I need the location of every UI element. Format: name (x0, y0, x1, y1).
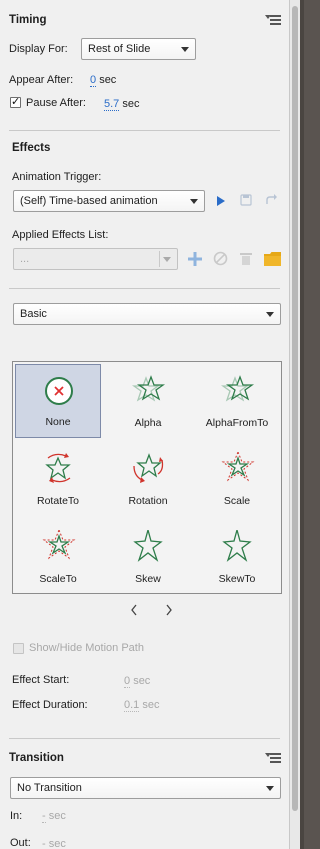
pause-after-field[interactable]: 5.7 sec (104, 98, 140, 111)
pause-after-unit: sec (122, 98, 140, 110)
effect-start-unit: sec (133, 675, 151, 687)
animation-trigger-label: Animation Trigger: (12, 171, 102, 183)
effect-label: Alpha (134, 417, 162, 429)
redo-icon[interactable] (265, 193, 278, 206)
pause-after-label: Pause After: (26, 97, 86, 109)
transition-out-field[interactable]: - sec (42, 838, 66, 849)
transition-in-field[interactable]: - sec (42, 810, 66, 823)
star-rotate-icon (133, 453, 164, 483)
effect-tile-skewto[interactable]: SkewTo (194, 520, 280, 594)
none-icon (45, 377, 73, 405)
effect-tile-alphafromto[interactable]: AlphaFromTo (194, 364, 280, 438)
effect-duration-unit: sec (142, 699, 160, 711)
show-motion-path-label: Show/Hide Motion Path (29, 642, 144, 654)
properties-panel: Timing Display For: Rest of Slide Appear… (0, 0, 290, 849)
save-icon[interactable] (240, 194, 252, 206)
effect-tile-alpha[interactable]: Alpha (105, 364, 191, 438)
star-alpha-icon (132, 375, 166, 402)
pause-after-value[interactable]: 5.7 (104, 98, 120, 111)
effect-label: RotateTo (36, 495, 80, 507)
chevron-right-icon[interactable] (165, 604, 173, 616)
display-for-value: Rest of Slide (88, 43, 151, 55)
effects-section-title: Effects (12, 142, 51, 154)
effect-label: Rotation (128, 495, 168, 507)
star-skew-icon (133, 530, 163, 562)
trash-icon[interactable] (240, 252, 252, 265)
effect-duration-label: Effect Duration: (12, 699, 88, 711)
star-rotate-icon (45, 453, 71, 483)
show-motion-path-checkbox[interactable] (13, 643, 24, 654)
divider (9, 738, 280, 739)
effect-start-label: Effect Start: (12, 674, 70, 686)
effect-category-value: Basic (20, 308, 47, 320)
effect-label: AlphaFromTo (205, 417, 269, 429)
disable-icon[interactable] (213, 251, 228, 266)
chevron-down-icon (266, 786, 274, 791)
effect-category-select[interactable]: Basic (13, 303, 281, 325)
effect-duration-value[interactable]: 0.1 (124, 699, 140, 712)
applied-effects-value: ... (20, 253, 30, 265)
timing-menu-icon[interactable] (265, 15, 281, 27)
appear-after-value[interactable]: 0 (90, 74, 97, 87)
transition-out-value[interactable]: - (42, 838, 46, 849)
effect-label: None (45, 416, 71, 428)
transition-menu-icon[interactable] (265, 753, 281, 765)
effect-tile-rotateto[interactable]: RotateTo (15, 442, 101, 516)
applied-effects-label: Applied Effects List: (12, 229, 109, 241)
add-icon[interactable] (188, 252, 202, 266)
display-for-select[interactable]: Rest of Slide (81, 38, 196, 60)
transition-out-label: Out: (10, 837, 31, 849)
scrollbar-thumb[interactable] (292, 6, 298, 811)
window-edge (300, 0, 304, 849)
effect-tile-scaleto[interactable]: ScaleTo (15, 520, 101, 594)
chevron-down-icon (266, 312, 274, 317)
effect-label: Skew (135, 573, 161, 585)
pause-after-checkbox[interactable] (10, 95, 21, 108)
star-scale-icon (221, 452, 255, 482)
appear-after-field[interactable]: 0 sec (90, 74, 117, 87)
applied-effects-select[interactable]: ... (13, 248, 178, 270)
effect-tile-none[interactable]: None (15, 364, 101, 438)
animation-trigger-select[interactable]: (Self) Time-based animation (13, 190, 205, 212)
appear-after-label: Appear After: (9, 74, 74, 86)
star-skew-icon (222, 530, 252, 562)
effect-start-field[interactable]: 0 sec (124, 675, 151, 688)
timing-section-title: Timing (9, 14, 47, 26)
effect-start-value[interactable]: 0 (124, 675, 131, 688)
chevron-down-icon (163, 257, 171, 262)
effect-duration-field[interactable]: 0.1 sec (124, 699, 160, 712)
divider (9, 130, 280, 131)
play-icon[interactable] (216, 195, 226, 207)
transition-in-label: In: (10, 810, 23, 822)
transition-value: No Transition (17, 782, 82, 794)
folder-icon[interactable] (264, 252, 281, 266)
appear-after-unit: sec (99, 74, 117, 86)
effect-tile-scale[interactable]: Scale (194, 442, 280, 516)
transition-in-value[interactable]: - (42, 810, 46, 823)
chevron-down-icon (181, 47, 189, 52)
effect-label: Scale (223, 495, 251, 507)
animation-trigger-value: (Self) Time-based animation (20, 195, 158, 207)
effect-label: ScaleTo (39, 573, 77, 585)
chevron-left-icon[interactable] (130, 604, 138, 616)
divider (9, 288, 280, 289)
transition-section-title: Transition (9, 752, 64, 764)
transition-in-unit: sec (48, 810, 66, 822)
effects-gallery: None Alpha AlphaFromTo RotateTo Rotation… (12, 361, 282, 594)
star-scale-icon (42, 530, 76, 560)
effect-tile-skew[interactable]: Skew (105, 520, 191, 594)
effect-label: SkewTo (218, 573, 256, 585)
transition-select[interactable]: No Transition (10, 777, 281, 799)
star-alpha-icon (221, 375, 255, 402)
display-for-label: Display For: (9, 43, 68, 55)
chevron-down-icon (190, 199, 198, 204)
transition-out-unit: sec (48, 838, 66, 849)
effect-tile-rotation[interactable]: Rotation (105, 442, 191, 516)
